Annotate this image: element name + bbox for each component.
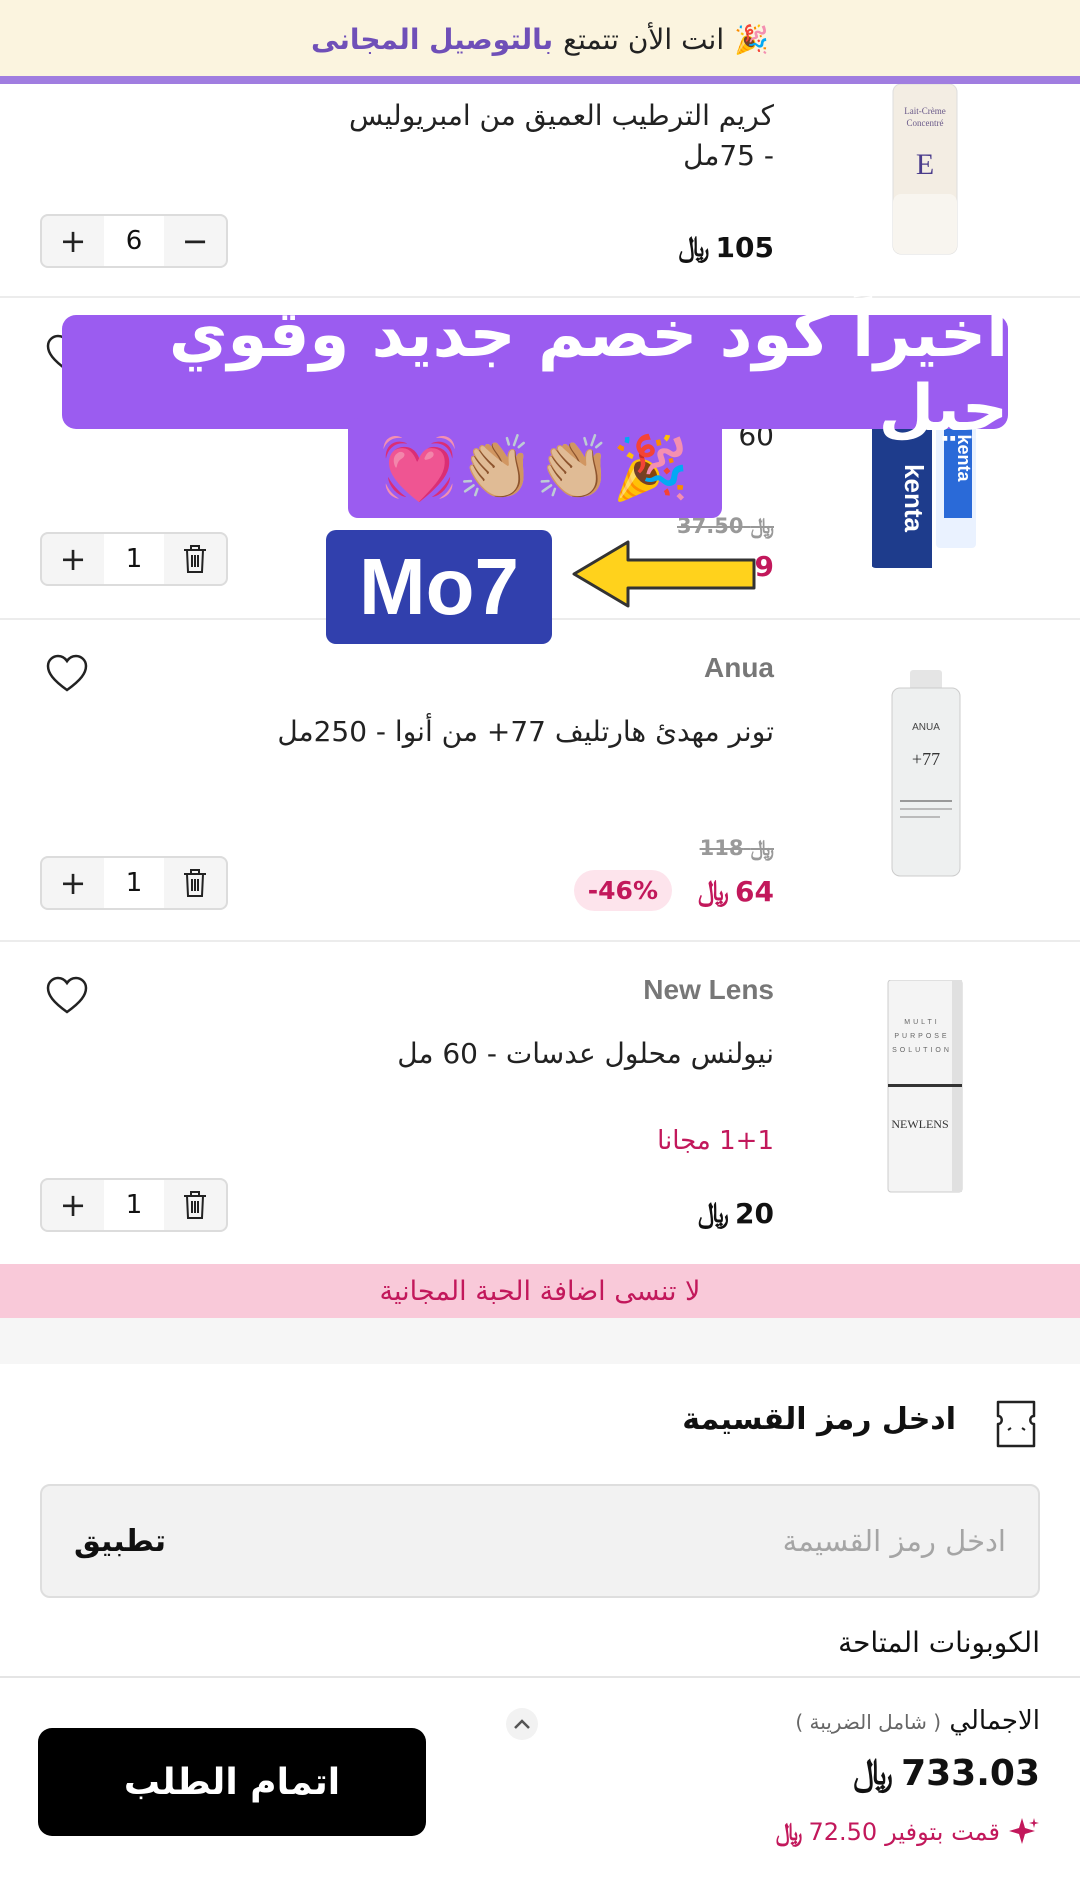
checkout-button[interactable]: اتمام الطلب xyxy=(38,1728,426,1836)
tax-note: ( شامل الضريبة ) xyxy=(795,1710,942,1734)
svg-text:Concentré: Concentré xyxy=(907,118,944,128)
section-divider xyxy=(0,1318,1080,1364)
expand-summary-button[interactable] xyxy=(506,1708,538,1740)
product-price: ﷼ 64 xyxy=(698,874,774,908)
svg-text:E: E xyxy=(916,148,934,181)
product-name-line: - 75مل xyxy=(683,139,774,172)
quantity-stepper: + 1 xyxy=(40,1178,228,1232)
svg-text:77+: 77+ xyxy=(912,749,940,769)
old-price: ﷼ 118 xyxy=(700,836,774,861)
total-value: 733.03 xyxy=(901,1752,1040,1794)
savings-amount: ﷼ 72.50 xyxy=(776,1818,877,1846)
free-shipping-banner: 🎉 انت الأن تتمتع بالتوصيل المجانى xyxy=(0,0,1080,78)
delete-button[interactable] xyxy=(164,534,226,584)
old-price-value: 118 xyxy=(699,836,744,860)
riyal-icon: ﷼ xyxy=(678,230,710,263)
trash-icon xyxy=(184,1191,206,1219)
price-value: 64 xyxy=(735,874,774,908)
savings-line: قمت بتوفير ﷼ 72.50 xyxy=(776,1816,1040,1848)
delete-button[interactable] xyxy=(164,858,226,908)
svg-text:kenta: kenta xyxy=(899,464,929,532)
coupon-title: ادخل رمز القسيمة xyxy=(682,1402,956,1437)
total-amount: ﷼ 733.03 xyxy=(853,1752,1040,1794)
riyal-icon: ﷼ xyxy=(750,836,774,860)
product-price: ﷼ 20 xyxy=(698,1196,774,1230)
product-name[interactable]: كريم الترطيب العميق من امبريوليس - 75مل xyxy=(349,96,774,176)
quantity-value[interactable]: 6 xyxy=(104,216,164,266)
cart-item: Lait-Crème Concentré E كريم الترطيب العم… xyxy=(0,84,1080,298)
product-name[interactable]: نيولنس محلول عدسات - 60 مل xyxy=(397,1034,774,1074)
sparkle-icon xyxy=(1009,1818,1039,1844)
quantity-value[interactable]: 1 xyxy=(104,858,164,908)
coupon-input[interactable] xyxy=(306,1524,1006,1558)
quantity-value[interactable]: 1 xyxy=(104,1180,164,1230)
riyal-icon: ﷼ xyxy=(775,1818,803,1846)
cart-item: Anua تونر مهدئ هارتليف 77+ من أنوا - 250… xyxy=(0,620,1080,942)
discount-badge: -46% xyxy=(573,870,672,911)
available-coupons-link[interactable]: الكوبونات المتاحة xyxy=(838,1626,1040,1659)
banner-highlight: بالتوصيل المجانى xyxy=(311,22,554,56)
trash-icon xyxy=(184,545,206,573)
yellow-arrow-icon xyxy=(572,540,756,608)
coupon-field: تطبيق xyxy=(40,1484,1040,1598)
trash-icon xyxy=(184,869,206,897)
svg-text:NEWLENS: NEWLENS xyxy=(891,1117,948,1131)
chevron-up-icon xyxy=(514,1719,530,1729)
banner-divider xyxy=(0,76,1080,84)
product-name-line: كريم الترطيب العميق من امبريوليس xyxy=(349,99,774,132)
wishlist-heart-icon[interactable] xyxy=(45,976,89,1016)
product-name[interactable]: تونر مهدئ هارتليف 77+ من أنوا - 250مل xyxy=(277,712,774,752)
product-image-newlens[interactable]: MULTI PURPOSE SOLUTION NEWLENS xyxy=(882,980,968,1194)
quantity-value[interactable]: 1 xyxy=(104,534,164,584)
price-value: 105 xyxy=(715,230,774,264)
apply-coupon-button[interactable]: تطبيق xyxy=(74,1524,166,1559)
wishlist-heart-icon[interactable] xyxy=(45,654,89,694)
promo-code-box: Mo7 xyxy=(326,530,552,644)
coupon-ticket-icon xyxy=(996,1400,1036,1448)
svg-text:PURPOSE: PURPOSE xyxy=(894,1033,949,1040)
riyal-icon: ﷼ xyxy=(853,1752,894,1793)
quantity-stepper: + 6 − xyxy=(40,214,228,268)
product-price: ﷼ 105 xyxy=(679,230,774,264)
increment-button[interactable]: + xyxy=(42,1180,104,1230)
total-label-text: الاجمالي xyxy=(949,1706,1040,1736)
quantity-stepper: + 1 xyxy=(40,532,228,586)
increment-button[interactable]: + xyxy=(42,534,104,584)
svg-text:SOLUTION: SOLUTION xyxy=(892,1047,952,1054)
promo-overlay-emojis: 💓👏🏼👏🏼🎉 xyxy=(348,418,722,518)
cart-item: New Lens نيولنس محلول عدسات - 60 مل MULT… xyxy=(0,942,1080,1264)
decrement-button[interactable]: − xyxy=(164,216,226,266)
delete-button[interactable] xyxy=(164,1180,226,1230)
svg-text:Lait-Crème: Lait-Crème xyxy=(904,106,945,116)
increment-button[interactable]: + xyxy=(42,216,104,266)
total-label: الاجمالي ( شامل الضريبة ) xyxy=(795,1706,1040,1736)
product-image-anua[interactable]: ANUA 77+ xyxy=(884,670,968,880)
party-emoji: 🎉 xyxy=(734,22,770,56)
quantity-stepper: + 1 xyxy=(40,856,228,910)
free-item-reminder[interactable]: لا تنسى اضافة الحبة المجانية xyxy=(0,1264,1080,1318)
svg-text:MULTI: MULTI xyxy=(904,1019,939,1026)
product-image-cream[interactable]: Lait-Crème Concentré E xyxy=(885,84,965,264)
promo-overlay-headline: اخيراً كود خصم جديد وقوي حيل xyxy=(62,298,1008,446)
product-brand: New Lens xyxy=(643,974,774,1005)
banner-prefix: انت الأن تتمتع xyxy=(563,22,725,56)
svg-text:ANUA: ANUA xyxy=(912,722,940,733)
riyal-icon: ﷼ xyxy=(698,874,730,907)
increment-button[interactable]: + xyxy=(42,858,104,908)
savings-value: 72.50 xyxy=(808,1818,878,1846)
riyal-icon: ﷼ xyxy=(698,1196,730,1229)
price-value: 20 xyxy=(735,1196,774,1230)
promo-label: 1+1 مجانا xyxy=(657,1126,774,1156)
product-brand: Anua xyxy=(704,652,774,683)
savings-label: قمت بتوفير xyxy=(885,1818,1000,1846)
